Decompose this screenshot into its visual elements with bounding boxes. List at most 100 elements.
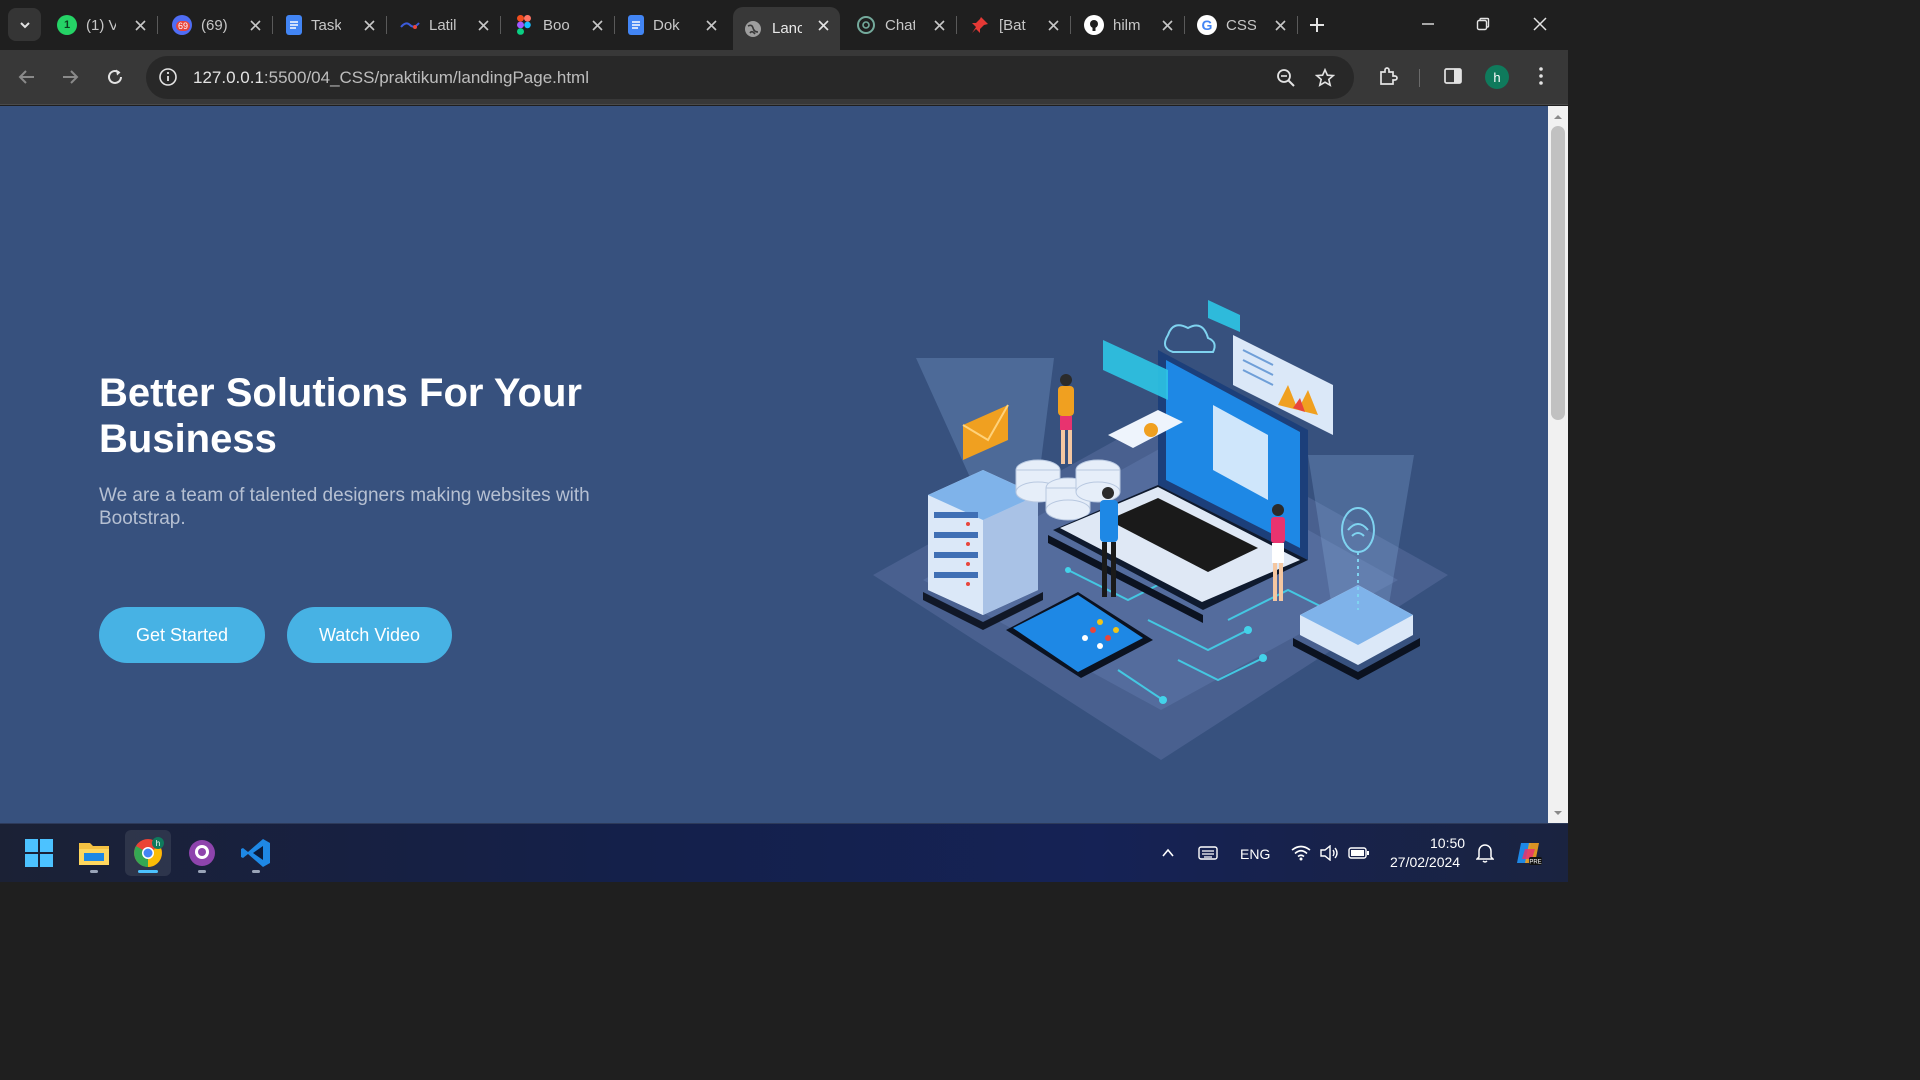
tab-label: [Bat [999, 16, 1026, 34]
tab-separator [1070, 16, 1071, 34]
language-indicator[interactable]: ENG [1240, 846, 1270, 862]
clock-date[interactable]: 27/02/2024 [1390, 854, 1460, 870]
battery-icon[interactable] [1348, 842, 1370, 864]
tab-latihan[interactable]: Latil [390, 7, 501, 43]
tab-label: (1) V [86, 16, 116, 34]
close-window-button[interactable] [1514, 8, 1566, 40]
tab-github[interactable]: hilm [1074, 7, 1185, 43]
close-icon[interactable] [1044, 16, 1062, 34]
tab-separator [157, 16, 158, 34]
latihan-site-icon [400, 15, 420, 35]
running-indicator [252, 870, 260, 873]
site-info-icon[interactable] [157, 66, 179, 88]
tab-label: Latil [429, 16, 457, 34]
tab-bat[interactable]: [Bat [960, 7, 1071, 43]
minimize-icon [1422, 23, 1434, 25]
extensions-icon[interactable] [1374, 62, 1402, 90]
tab-google-css[interactable]: G CSS [1187, 7, 1298, 43]
close-icon[interactable] [702, 16, 720, 34]
get-started-button[interactable]: Get Started [99, 607, 265, 663]
tab-figma[interactable]: Boo [504, 7, 615, 43]
tab-separator [386, 16, 387, 34]
page-scrollbar[interactable] [1548, 106, 1568, 823]
arrow-left-icon [18, 70, 34, 84]
wifi-icon[interactable] [1290, 842, 1312, 864]
close-icon[interactable] [588, 16, 606, 34]
zoom-icon[interactable] [1274, 66, 1298, 90]
person-standing-left [1058, 374, 1074, 464]
profile-avatar[interactable]: h [1485, 65, 1509, 89]
tab-strip: 1 (1) V 69 (69) Task Latil Boo Dok Lanc … [0, 0, 1568, 50]
hero-illustration [873, 300, 1448, 760]
github-desktop-icon[interactable] [179, 830, 225, 876]
notification-bell-icon[interactable] [1474, 842, 1496, 864]
github-icon [1084, 15, 1104, 35]
hero-title: Better Solutions For Your Business [99, 371, 582, 461]
figma-icon [514, 15, 534, 35]
globe-icon [743, 19, 763, 39]
tab-separator [500, 16, 501, 34]
file-explorer-icon[interactable] [71, 830, 117, 876]
tab-separator [956, 16, 957, 34]
back-button[interactable] [11, 61, 43, 93]
reload-icon [108, 69, 122, 84]
whatsapp-icon: 1 [57, 15, 77, 35]
new-tab-button[interactable] [1304, 12, 1330, 38]
pie-chart-icon [1144, 423, 1158, 437]
tab-label: Dok [653, 16, 680, 34]
tab-notifications[interactable]: 69 (69) [162, 7, 273, 43]
scrollbar-thumb[interactable] [1551, 126, 1565, 420]
bookmark-star-icon[interactable] [1313, 66, 1337, 90]
running-indicator [138, 870, 158, 873]
tab-task[interactable]: Task [276, 7, 387, 43]
notification-app-icon: 69 [172, 15, 192, 35]
more-menu-icon[interactable] [1527, 62, 1555, 90]
landing-page-hero: Better Solutions For Your Business We ar… [0, 106, 1548, 823]
windows-taskbar: h ENG 10:50 27/02/2024 PRE [0, 823, 1568, 882]
close-icon[interactable] [1271, 16, 1289, 34]
chrome-icon[interactable]: h [125, 830, 171, 876]
close-icon[interactable] [246, 16, 264, 34]
tab-search-button[interactable] [8, 8, 41, 41]
windows-start-icon[interactable] [16, 830, 62, 876]
floating-panel-small [1208, 300, 1240, 332]
arrow-right-icon [63, 70, 79, 84]
chevron-down-icon [19, 21, 30, 28]
close-icon[interactable] [1158, 16, 1176, 34]
scroll-down-arrow-icon[interactable] [1553, 808, 1563, 818]
close-icon[interactable] [474, 16, 492, 34]
tab-label: (69) [201, 16, 228, 34]
side-panel-icon[interactable] [1439, 62, 1467, 90]
tab-label: Task [311, 16, 341, 34]
restore-button[interactable] [1457, 8, 1509, 40]
minimize-button[interactable] [1402, 8, 1454, 40]
tab-separator [614, 16, 615, 34]
toolbar-divider [1419, 69, 1420, 87]
address-bar[interactable]: 127.0.0.1:5500/04_CSS/praktikum/landingP… [146, 56, 1354, 99]
running-indicator [90, 870, 98, 873]
chevron-up-icon[interactable] [1157, 842, 1179, 864]
tab-landing-page[interactable]: Lanc [733, 7, 840, 50]
tab-whatsapp[interactable]: 1 (1) V [47, 7, 158, 43]
clock-time[interactable]: 10:50 [1430, 835, 1465, 851]
keyboard-icon[interactable] [1197, 842, 1219, 864]
google-docs-icon [286, 15, 302, 35]
forward-button[interactable] [54, 61, 86, 93]
copilot-icon[interactable]: PRE [1514, 838, 1544, 868]
tab-chatgpt[interactable]: Chat [846, 7, 957, 43]
vscode-icon[interactable] [233, 830, 279, 876]
url-text[interactable]: 127.0.0.1:5500/04_CSS/praktikum/landingP… [193, 68, 589, 88]
tab-separator [1297, 16, 1298, 34]
reload-button[interactable] [99, 61, 131, 93]
watch-video-button[interactable]: Watch Video [287, 607, 452, 663]
running-indicator [198, 870, 206, 873]
close-icon[interactable] [814, 16, 832, 34]
close-icon[interactable] [360, 16, 378, 34]
tab-dokumen[interactable]: Dok [618, 7, 728, 43]
volume-icon[interactable] [1318, 842, 1340, 864]
close-icon[interactable] [131, 16, 149, 34]
scroll-up-arrow-icon[interactable] [1553, 112, 1563, 122]
pin-icon [970, 15, 990, 35]
tab-label: CSS [1226, 16, 1256, 34]
close-icon[interactable] [930, 16, 948, 34]
